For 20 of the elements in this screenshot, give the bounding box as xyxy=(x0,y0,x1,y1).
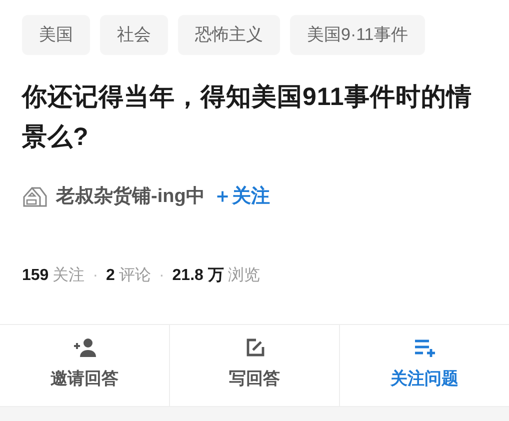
list-add-icon xyxy=(414,338,436,358)
separator-dot: · xyxy=(92,266,98,286)
stat-label: 评论 xyxy=(118,266,151,286)
topic-tag[interactable]: 美国 xyxy=(22,15,90,55)
topic-tag[interactable]: 美国9·11事件 xyxy=(290,15,425,55)
stat-number: 2 xyxy=(106,266,115,286)
add-person-icon xyxy=(72,338,96,358)
stat-number: 159 xyxy=(22,266,49,286)
topic-tag[interactable]: 恐怖主义 xyxy=(178,15,280,55)
question-title: 你还记得当年，得知美国911事件时的情景么? xyxy=(20,82,473,153)
stat-label: 关注 xyxy=(52,266,85,286)
separator-dot: · xyxy=(158,266,164,286)
topic-tag[interactable]: 社会 xyxy=(100,15,168,55)
follow-link[interactable]: ＋关注 xyxy=(212,183,270,212)
author-name[interactable]: 老叔杂货铺-ing中 xyxy=(56,183,205,212)
action-button[interactable]: 邀请回答 xyxy=(0,324,169,406)
house-avatar-icon xyxy=(22,186,48,208)
stat-number: 21.8 万 xyxy=(172,266,224,286)
edit-icon xyxy=(244,338,264,358)
stat-label: 浏览 xyxy=(228,266,260,286)
